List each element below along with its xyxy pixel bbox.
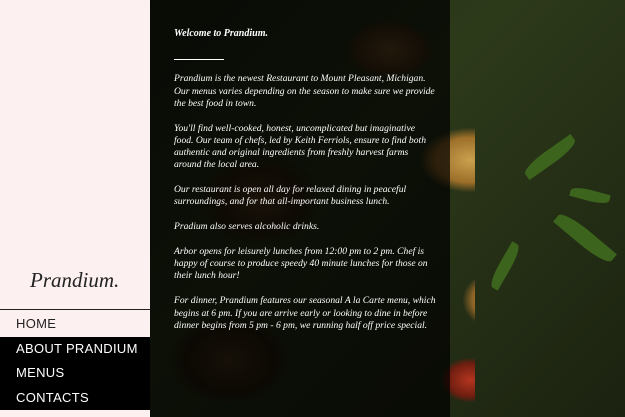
brand-divider: [0, 309, 150, 310]
herb-leaf: [569, 185, 611, 206]
nav-item-contacts[interactable]: CONTACTS: [0, 385, 150, 410]
herb-leaf: [553, 209, 617, 267]
dinner-paragraph: For dinner, Prandium features our season…: [174, 295, 436, 331]
main-content: Welcome to Prandium. Prandium is the new…: [174, 28, 436, 345]
intro-paragraph: Prandium is the newest Restaurant to Mou…: [174, 73, 435, 109]
nav-item-menus[interactable]: MENUS: [0, 361, 150, 386]
page-title: Welcome to Prandium.: [174, 28, 268, 39]
drinks-paragraph: Pradium also serves alcoholic drinks.: [174, 221, 320, 233]
sidebar: Prandium. HOME ABOUT PRANDIUM MENUS CONT…: [0, 0, 150, 417]
title-divider: [174, 58, 224, 61]
herb-leaf: [521, 134, 579, 180]
nav-item-home[interactable]: HOME: [0, 312, 150, 337]
nav-item-about[interactable]: ABOUT PRANDIUM: [0, 336, 150, 361]
hours-paragraph: Our restaurant is open all day for relax…: [174, 184, 407, 208]
food-paragraph: You'll find well-cooked, honest, uncompl…: [174, 122, 426, 171]
lunch-paragraph: Arbor opens for leisurely lunches from 1…: [174, 245, 428, 282]
main-nav: HOME ABOUT PRANDIUM MENUS CONTACTS: [0, 312, 150, 410]
herb-leaf: [487, 241, 523, 291]
brand-logo[interactable]: Prandium.: [30, 268, 119, 293]
